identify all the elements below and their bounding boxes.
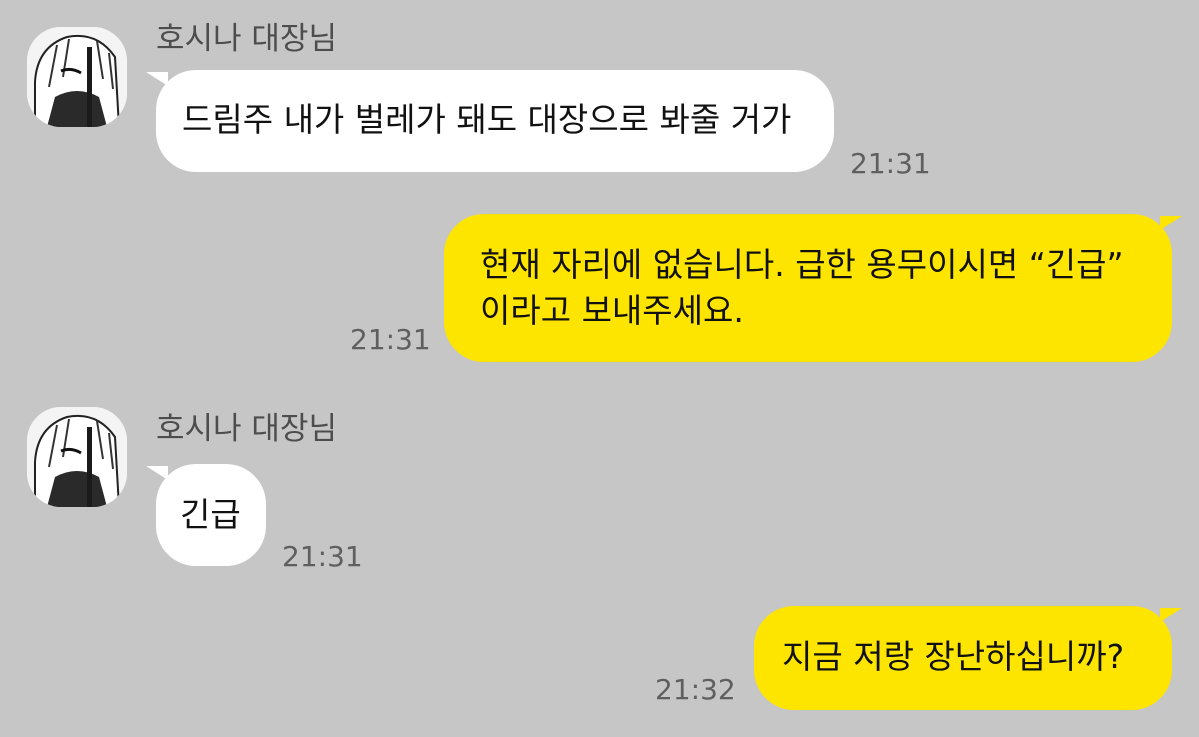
profile-avatar-icon [27, 27, 127, 127]
sender-name: 호시나 대장님 [156, 21, 337, 57]
message-text: 지금 저랑 장난하십니까? [782, 637, 1125, 676]
message-bubble[interactable]: 현재 자리에 없습니다. 급한 용무이시면 “긴급” 이라고 보내주세요. [444, 214, 1172, 362]
message-timestamp: 21:31 [850, 147, 931, 180]
message-bubble[interactable]: 긴급 [156, 464, 266, 566]
message-bubble[interactable]: 드림주 내가 벌레가 돼도 대장으로 봐줄 거가 [156, 70, 834, 172]
sender-name: 호시나 대장님 [156, 411, 337, 447]
message-timestamp: 21:31 [282, 540, 363, 573]
message-timestamp: 21:31 [350, 323, 431, 356]
message-text: 드림주 내가 벌레가 돼도 대장으로 봐줄 거가 [182, 100, 792, 139]
message-text: 이라고 보내주세요. [480, 291, 744, 330]
profile-avatar-icon [27, 407, 127, 507]
message-text: 긴급 [180, 495, 241, 534]
message-bubble[interactable]: 지금 저랑 장난하십니까? [754, 606, 1172, 710]
bubble-tail [1160, 608, 1182, 622]
message-text: 현재 자리에 없습니다. 급한 용무이시면 “긴급” [480, 245, 1124, 284]
sender-avatar[interactable] [27, 27, 127, 127]
message-timestamp: 21:32 [655, 673, 736, 706]
bubble-tail [1160, 216, 1182, 230]
sender-avatar[interactable] [27, 407, 127, 507]
